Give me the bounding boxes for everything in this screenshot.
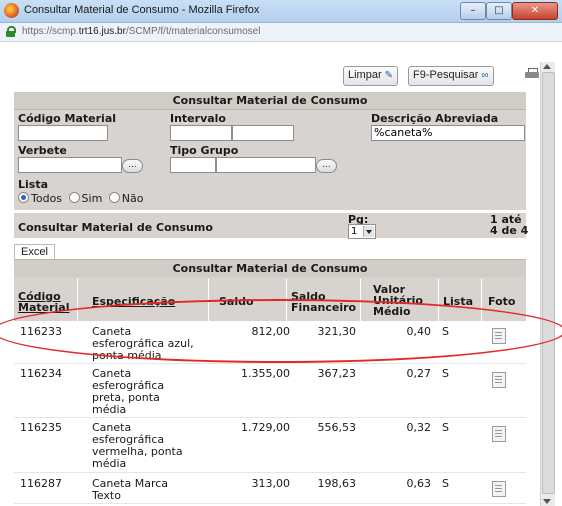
cell-spec: média [92, 457, 127, 470]
verbete-input[interactable] [18, 157, 122, 173]
lock-icon [6, 26, 16, 37]
radio-todos-dot[interactable] [18, 192, 29, 203]
lista-label: Lista [18, 178, 49, 191]
cell-lista: S [442, 477, 449, 490]
photo-icon[interactable] [492, 426, 506, 442]
chevron-down-icon[interactable] [363, 226, 374, 237]
grid-title: Consultar Material de Consumo [14, 259, 526, 278]
table-row[interactable]: 116234 Caneta esferográfica preta, ponta… [14, 364, 526, 418]
url-domain: trt16.jus.br [78, 26, 126, 37]
vertical-scrollbar[interactable] [540, 62, 555, 506]
browser-window: Consultar Material de Consumo - Mozilla … [0, 0, 562, 506]
limpar-button[interactable]: Limpar ✎ [343, 66, 399, 86]
descricao-input[interactable]: %caneta% [371, 125, 525, 141]
eraser-icon: ✎ [384, 70, 394, 81]
radio-sim-dot[interactable] [68, 192, 80, 203]
url-text[interactable]: https://scmp.trt16.jus.br/SCMP/f/t/mater… [22, 26, 260, 37]
title-bar: Consultar Material de Consumo - Mozilla … [0, 0, 562, 23]
filter-panel: Consultar Material de Consumo Código Mat… [14, 92, 526, 210]
cell-lista: S [442, 421, 449, 434]
maximize-button[interactable]: □ [486, 2, 512, 20]
firefox-icon [4, 3, 19, 18]
cell-saldo: 313,00 [251, 477, 291, 490]
radio-nao-dot[interactable] [108, 192, 120, 203]
cell-financeiro: 367,23 [317, 367, 357, 380]
results-bar: Consultar Material de Consumo Pg: 1 1 at… [14, 213, 529, 239]
action-toolbar: Limpar ✎ F9-Pesquisar ∞ [0, 62, 540, 90]
red-ellipse-annotation [0, 299, 562, 363]
codigo-input[interactable] [18, 125, 108, 141]
address-bar[interactable]: https://scmp.trt16.jus.br/SCMP/f/t/mater… [0, 23, 562, 42]
intervalo-start-input[interactable] [170, 125, 232, 141]
tab-excel[interactable]: Excel [14, 244, 55, 260]
filter-panel-title: Consultar Material de Consumo [14, 92, 526, 110]
minimize-button[interactable]: – [460, 2, 486, 20]
tipo-grupo-lookup-button[interactable]: ... [316, 159, 337, 173]
lista-radio-group: Todos Sim Não [18, 192, 144, 205]
photo-icon[interactable] [492, 372, 506, 388]
cell-saldo: 1.729,00 [241, 421, 290, 434]
descricao-label: Descrição Abreviada [371, 112, 499, 125]
scroll-down-arrow-icon[interactable] [543, 499, 551, 504]
cell-codigo: 116235 [20, 421, 62, 434]
scroll-up-arrow-icon[interactable] [543, 64, 551, 69]
scrollbar-thumb[interactable] [542, 72, 555, 494]
print-icon[interactable] [525, 68, 539, 80]
table-row[interactable]: 116287 Caneta Marca Texto 313,00 198,63 … [14, 473, 526, 504]
cell-lista: S [442, 367, 449, 380]
verbete-lookup-button[interactable]: ... [122, 159, 143, 173]
cell-financeiro: 556,53 [317, 421, 357, 434]
cell-codigo: 116234 [20, 367, 62, 380]
cell-valor: 0,27 [406, 367, 432, 380]
cell-valor: 0,63 [406, 477, 432, 490]
cell-financeiro: 198,63 [317, 477, 357, 490]
cell-spec: Texto [92, 489, 121, 502]
codigo-label: Código Material [18, 112, 117, 125]
page-select[interactable]: 1 [348, 224, 376, 239]
tipo-grupo-label: Tipo Grupo [170, 144, 239, 157]
verbete-label: Verbete [18, 144, 67, 157]
window-title: Consultar Material de Consumo - Mozilla … [24, 4, 260, 16]
range-line2: 4 de 4 [490, 224, 529, 237]
intervalo-label: Intervalo [170, 112, 226, 125]
cell-valor: 0,32 [406, 421, 432, 434]
tipo-grupo-desc-input[interactable] [216, 157, 316, 173]
intervalo-end-input[interactable] [232, 125, 294, 141]
results-title: Consultar Material de Consumo [18, 221, 213, 234]
tipo-grupo-code-input[interactable] [170, 157, 216, 173]
cell-codigo: 116287 [20, 477, 62, 490]
radio-todos[interactable]: Todos [18, 192, 62, 205]
cell-saldo: 1.355,00 [241, 367, 290, 380]
close-button[interactable]: ✕ [512, 2, 558, 20]
cell-spec: média [92, 403, 127, 416]
binoculars-icon: ∞ [481, 70, 489, 81]
pesquisar-button[interactable]: F9-Pesquisar ∞ [408, 66, 494, 86]
photo-icon[interactable] [492, 481, 506, 497]
radio-sim[interactable]: Sim [68, 192, 102, 205]
table-row[interactable]: 116235 Caneta esferográfica vermelha, po… [14, 418, 526, 473]
radio-nao[interactable]: Não [108, 192, 144, 205]
